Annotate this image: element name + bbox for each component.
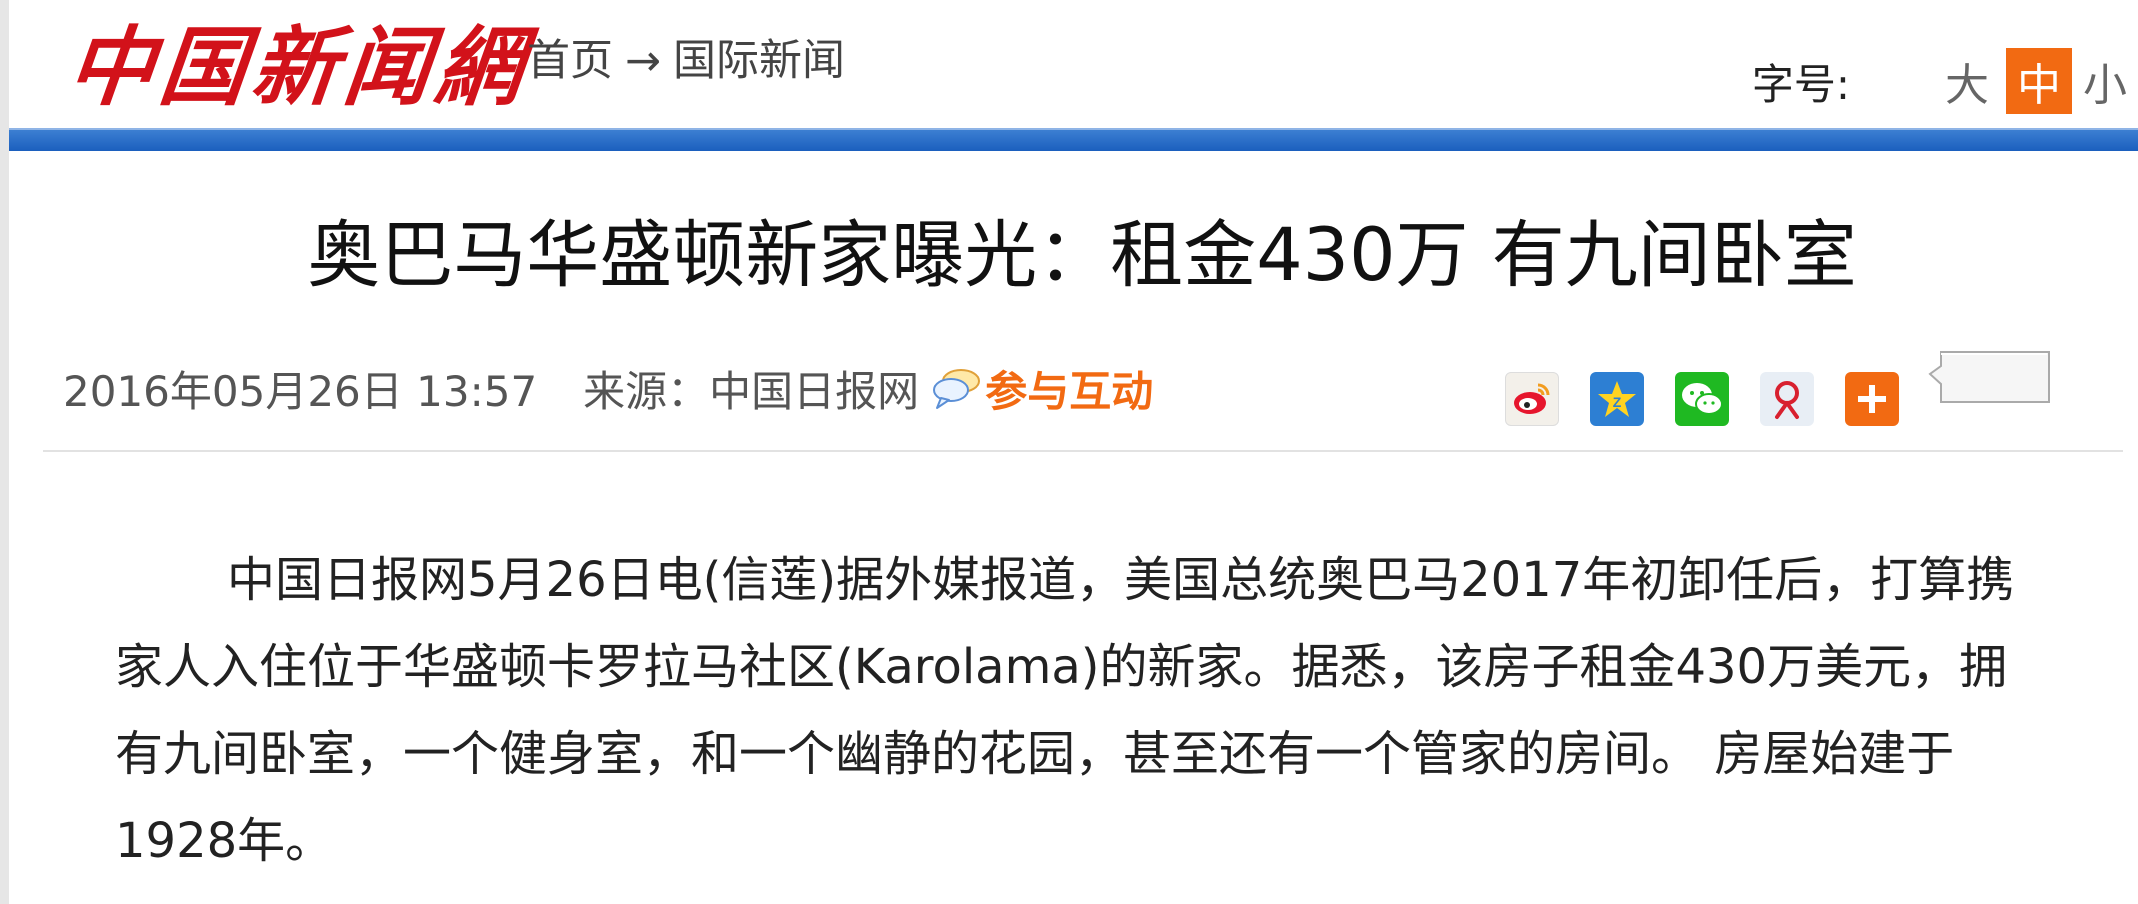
interact-link[interactable]: 参与互动: [931, 358, 1153, 419]
page-left-edge: [0, 0, 9, 904]
breadcrumb: 首页 → 国际新闻: [527, 26, 845, 88]
font-size-label: 字号:: [1751, 59, 1850, 109]
share-count-box: [1927, 350, 2053, 406]
breadcrumb-section-link[interactable]: 国际新闻: [673, 36, 845, 86]
article-body: 中国日报网5月26日电(信莲)据外媒报道，美国总统奥巴马2017年初卸任后，打算…: [115, 537, 2035, 885]
article-datetime: 2016年05月26日 13:57: [63, 367, 538, 416]
share-bar: Z: [1505, 351, 2050, 426]
more-plus-icon[interactable]: [1845, 372, 1899, 426]
svg-text:Z: Z: [1613, 394, 1622, 410]
meta-divider: [43, 450, 2123, 452]
article-paragraph: 中国日报网5月26日电(信莲)据外媒报道，美国总统奥巴马2017年初卸任后，打算…: [115, 552, 2015, 869]
font-size-medium[interactable]: 中: [2006, 48, 2072, 114]
article-meta: 2016年05月26日 13:57 来源：中国日报网 参与互动: [63, 358, 1153, 419]
interact-label: 参与互动: [985, 367, 1154, 416]
weibo-icon[interactable]: [1505, 372, 1559, 426]
qzone-icon[interactable]: Z: [1590, 372, 1644, 426]
renren-icon[interactable]: [1760, 372, 1814, 426]
font-size-small[interactable]: 小: [2072, 48, 2138, 114]
article-title: 奥巴马华盛顿新家曝光：租金430万 有九间卧室: [307, 213, 1857, 298]
header-divider-bar: [9, 128, 2138, 151]
font-size-selector: 字号: 大 中 小: [1752, 48, 2138, 114]
site-header: 中国新闻網 首页 → 国际新闻 字号: 大 中 小: [9, 0, 2138, 128]
font-size-large[interactable]: 大: [1934, 48, 2000, 114]
article-source: 来源：中国日报网: [583, 367, 920, 416]
site-logo[interactable]: 中国新闻網: [63, 4, 535, 118]
comment-bubble-icon: [931, 367, 983, 411]
wechat-icon[interactable]: [1675, 372, 1729, 426]
breadcrumb-separator: →: [625, 36, 662, 86]
breadcrumb-home-link[interactable]: 首页: [527, 36, 613, 86]
